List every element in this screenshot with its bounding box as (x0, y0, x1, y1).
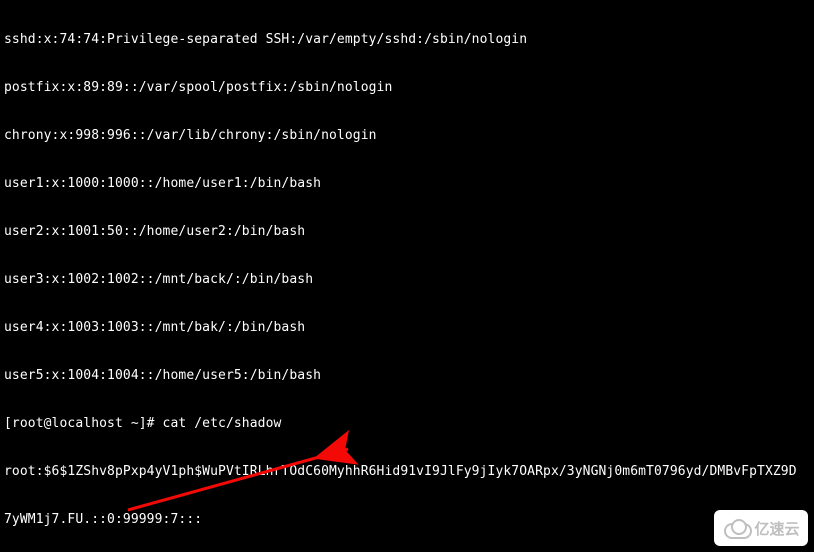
terminal-line: user2:x:1001:50::/home/user2:/bin/bash (4, 224, 810, 240)
terminal-line: chrony:x:998:996::/var/lib/chrony:/sbin/… (4, 128, 810, 144)
terminal-window[interactable]: sshd:x:74:74:Privilege-separated SSH:/va… (0, 0, 814, 552)
terminal-line: root:$6$1ZShv8pPxp4yV1ph$WuPVtIRLhrTOdC6… (4, 464, 810, 480)
cloud-icon (722, 519, 750, 537)
terminal-line: user5:x:1004:1004::/home/user5:/bin/bash (4, 368, 810, 384)
terminal-line: user1:x:1000:1000::/home/user1:/bin/bash (4, 176, 810, 192)
terminal-line: [root@localhost ~]# cat /etc/shadow (4, 416, 810, 432)
terminal-line: 7yWM1j7.FU.::0:99999:7::: (4, 512, 810, 528)
terminal-line: sshd:x:74:74:Privilege-separated SSH:/va… (4, 32, 810, 48)
terminal-line: user4:x:1003:1003::/mnt/bak/:/bin/bash (4, 320, 810, 336)
watermark-text: 亿速云 (754, 518, 799, 539)
terminal-line: postfix:x:89:89::/var/spool/postfix:/sbi… (4, 80, 810, 96)
terminal-line: user3:x:1002:1002::/mnt/back/:/bin/bash (4, 272, 810, 288)
watermark-logo: 亿速云 (714, 510, 808, 546)
